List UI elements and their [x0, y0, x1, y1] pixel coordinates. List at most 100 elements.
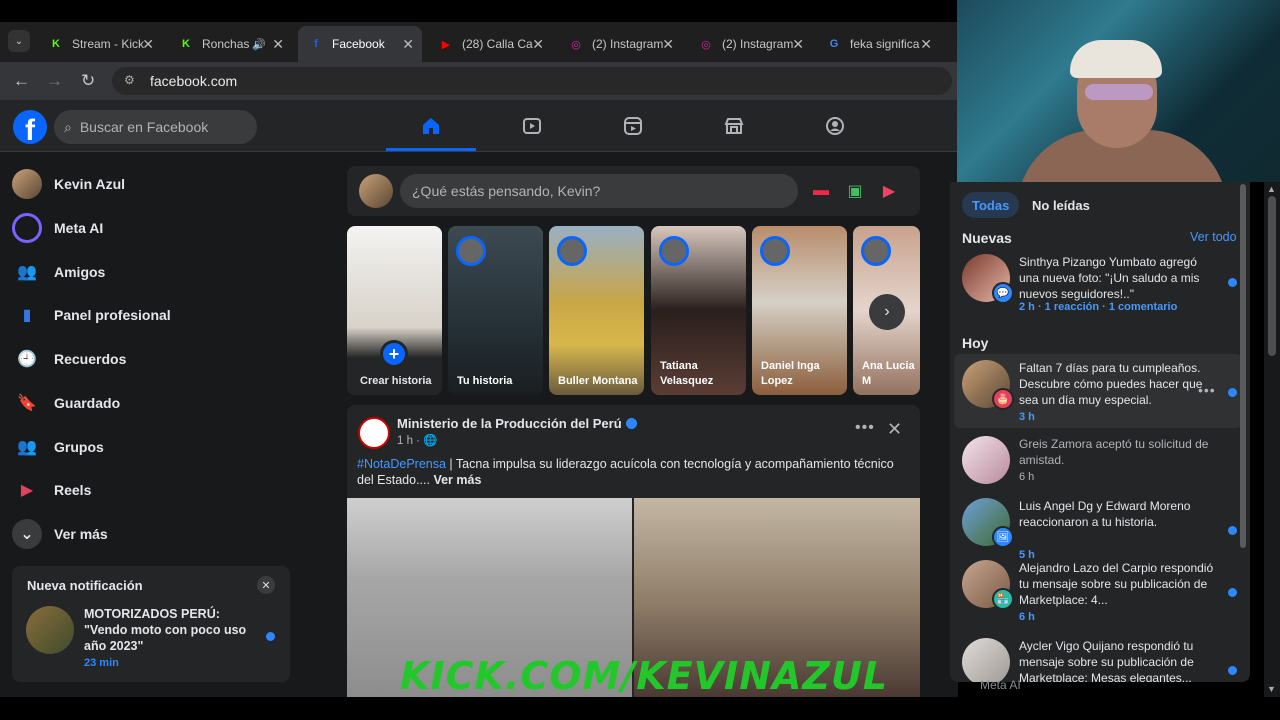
browser-tab[interactable]: Gfeka significa ✕ — [816, 26, 940, 62]
see-all-link[interactable]: Ver todo — [1190, 230, 1237, 244]
notification-avatar — [962, 436, 1010, 484]
browser-tab[interactable]: ▶ (28) Calla Ca ✕ — [428, 26, 552, 62]
chevron-right-icon[interactable]: › — [869, 294, 905, 330]
photo-icon[interactable]: ▣ — [844, 180, 866, 202]
story-name: Crear historia — [360, 375, 432, 387]
home-icon[interactable] — [419, 114, 443, 138]
groups-icon[interactable] — [823, 114, 847, 138]
avatar[interactable] — [359, 174, 393, 208]
close-icon[interactable]: ✕ — [887, 419, 902, 440]
browser-tab[interactable]: K Ronchas 🔊 ✕ — [168, 26, 292, 62]
speaker-icon[interactable]: 🔊 — [252, 38, 266, 51]
close-icon[interactable]: ✕ — [532, 36, 544, 53]
browser-tab[interactable]: ◎ (2) Instagram ✕ — [688, 26, 812, 62]
notification-item[interactable]: 🏪 Alejandro Lazo del Carpio respondió tu … — [954, 554, 1242, 628]
instagram-icon: ◎ — [571, 38, 581, 51]
notification-item[interactable]: Aycler Vigo Quijano respondió tu mensaje… — [954, 632, 1242, 682]
live-video-icon[interactable]: ▬ — [810, 180, 832, 202]
tab-search-dropdown[interactable]: ⌄ — [8, 30, 30, 52]
sidebar-item[interactable]: Kevin Azul — [12, 164, 302, 204]
sidebar-item-label: Recuerdos — [54, 351, 127, 367]
page-scrollbar[interactable]: ▲ ▼ — [1264, 182, 1280, 697]
search-icon: ⌕ — [64, 118, 72, 135]
tab-title: (2) Instagram — [592, 37, 664, 51]
story-avatar — [861, 236, 891, 266]
story-name: Ana Lucia M — [862, 360, 915, 387]
close-icon[interactable]: ✕ — [142, 36, 154, 53]
see-more-link[interactable]: Ver más — [433, 473, 481, 487]
sidebar-item[interactable]: ◯ Meta AI — [12, 208, 302, 248]
more-options-icon[interactable]: ••• — [1198, 382, 1216, 398]
post-time[interactable]: 1 h · 🌐 — [397, 433, 438, 447]
sidebar-item[interactable]: 🕘 Recuerdos — [12, 339, 302, 379]
story-card[interactable]: Daniel Inga Lopez — [752, 226, 847, 395]
story-card[interactable]: Tu historia — [448, 226, 543, 395]
notification-text: Alejandro Lazo del Carpio respondió tu m… — [1019, 561, 1214, 607]
new-notification-toast[interactable]: Nueva notificación ✕ MOTORIZADOS PERÚ: "… — [12, 566, 290, 682]
bottom-black-bar — [0, 697, 1280, 720]
webcam-person-glasses — [1085, 84, 1153, 100]
browser-tab[interactable]: ◎ (2) Instagram ✕ — [558, 26, 682, 62]
webcam-person-cap — [1070, 40, 1162, 78]
forward-icon[interactable]: → — [46, 71, 63, 91]
sidebar-item[interactable]: 👥 Amigos — [12, 252, 302, 292]
notifications-scrollbar[interactable] — [1240, 184, 1246, 548]
sidebar-item[interactable]: ▶ Reels — [12, 470, 302, 510]
post-author-name[interactable]: Ministerio de la Producción del Perú — [397, 416, 622, 431]
sidebar-item[interactable]: 👥 Grupos — [12, 427, 302, 467]
more-options-icon[interactable]: ••• — [855, 419, 875, 437]
sidebar-item[interactable]: 🔖 Guardado — [12, 383, 302, 423]
post-author[interactable]: Ministerio de la Producción del Perú — [397, 416, 637, 431]
page-scroll-thumb[interactable] — [1268, 196, 1276, 356]
browser-tab[interactable]: f Facebook ✕ — [298, 26, 422, 62]
post-hashtag[interactable]: #NotaDePrensa — [357, 457, 446, 471]
close-icon[interactable]: ✕ — [792, 36, 804, 53]
composer-input[interactable]: ¿Qué estás pensando, Kevin? — [400, 174, 798, 208]
filter-unread[interactable]: No leídas — [1022, 192, 1100, 218]
unread-dot — [1228, 588, 1237, 597]
reload-icon[interactable]: ↻ — [81, 71, 95, 91]
sidebar-item-label: Ver más — [54, 526, 108, 542]
video-icon[interactable] — [520, 114, 544, 138]
tab-title: (28) Calla Ca — [462, 37, 533, 51]
sidebar-item[interactable]: ⌄ Ver más — [12, 514, 302, 554]
address-bar: ← → ↻ ⚙ facebook.com — [0, 62, 958, 100]
story-card[interactable]: Tatiana Velasquez — [651, 226, 746, 395]
story-card[interactable]: Buller Montana — [549, 226, 644, 395]
close-icon[interactable]: ✕ — [920, 36, 932, 53]
reels-icon[interactable] — [621, 114, 645, 138]
close-icon[interactable]: ✕ — [272, 36, 284, 53]
chevron-down-icon: ⌄ — [12, 519, 42, 549]
close-icon[interactable]: ✕ — [662, 36, 674, 53]
create-story-plus-icon[interactable]: + — [380, 340, 408, 368]
notification-time: 6 h — [1019, 471, 1035, 483]
story-avatar — [659, 236, 689, 266]
search-input[interactable]: ⌕ Buscar en Facebook — [54, 110, 257, 144]
marketplace-icon[interactable] — [722, 114, 746, 138]
facebook-header: f ⌕ Buscar en Facebook — [0, 100, 958, 152]
tab-title: feka significa — [850, 37, 920, 51]
sidebar-item-label: Grupos — [54, 439, 104, 455]
tab-title: (2) Instagram — [722, 37, 794, 51]
browser-tab[interactable]: K Stream - Kick ✕ — [38, 26, 162, 62]
notification-item[interactable]: 🎂 Faltan 7 días para tu cumpleaños. Descu… — [954, 354, 1242, 428]
post-author-avatar[interactable] — [358, 417, 390, 449]
sidebar-item[interactable]: ▮ Panel profesional — [12, 295, 302, 335]
notification-type-icon: 💬 — [992, 282, 1014, 304]
scroll-down-icon[interactable]: ▼ — [1267, 684, 1276, 694]
scroll-up-icon[interactable]: ▲ — [1267, 184, 1276, 194]
sidebar-item-label: Reels — [54, 482, 92, 498]
notification-item[interactable]: 💬 Sinthya Pizango Yumbato agregó una nuev… — [954, 248, 1242, 322]
filter-all[interactable]: Todas — [962, 192, 1020, 218]
close-icon[interactable]: ✕ — [257, 576, 275, 594]
reel-create-icon[interactable]: ▶ — [878, 180, 900, 202]
facebook-logo[interactable]: f — [13, 110, 47, 144]
url-field[interactable]: ⚙ facebook.com — [112, 67, 952, 95]
close-icon[interactable]: ✕ — [402, 36, 414, 53]
toast-avatar — [26, 606, 74, 654]
site-info-icon[interactable]: ⚙ — [124, 73, 140, 89]
tab-title: Ronchas — [202, 37, 250, 51]
create-story-card[interactable]: Crear historia — [347, 226, 442, 395]
avatar — [12, 169, 42, 199]
back-icon[interactable]: ← — [13, 71, 30, 91]
